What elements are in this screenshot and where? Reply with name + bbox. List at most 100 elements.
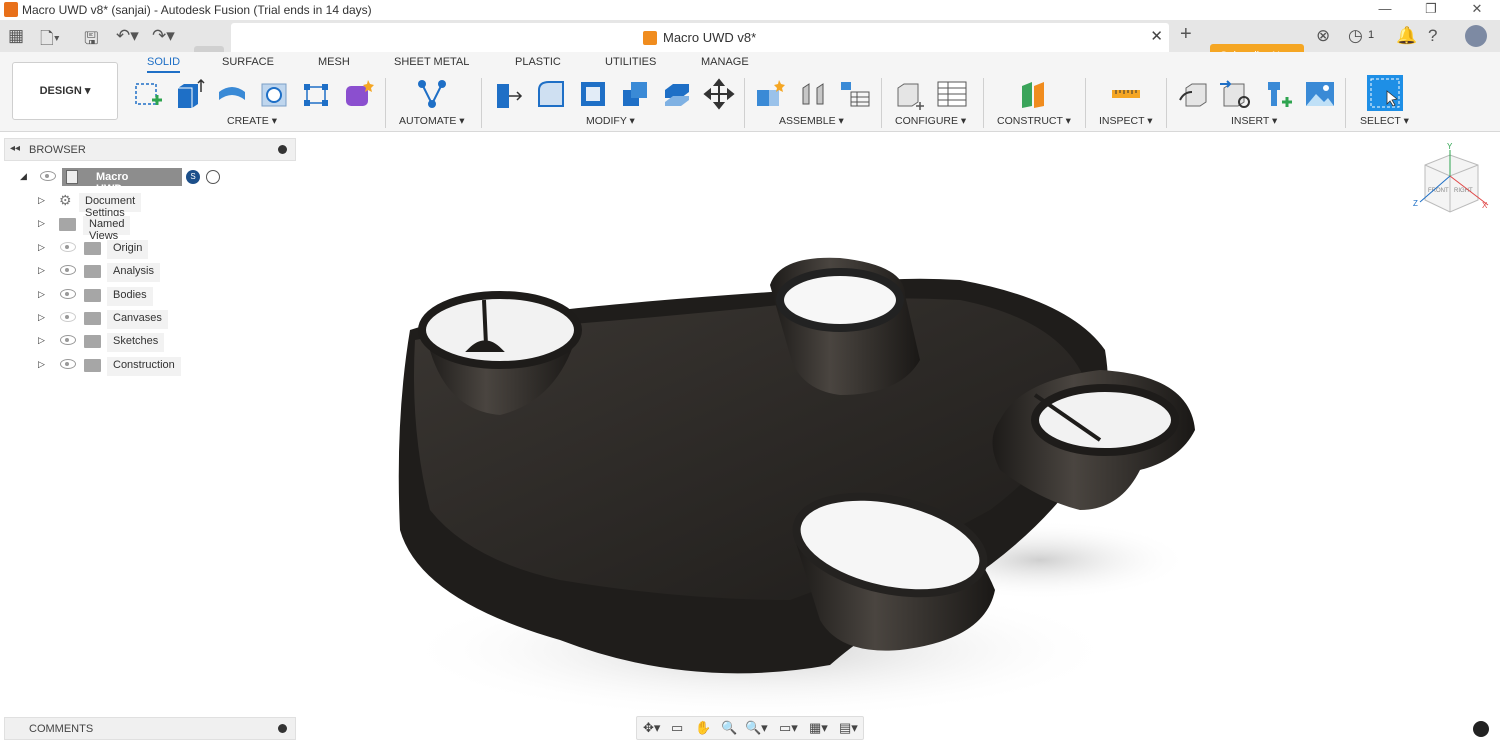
select-group-label[interactable]: SELECT ▾ [1360,115,1409,127]
insert-link-icon[interactable] [1220,78,1252,110]
measure-icon[interactable] [1110,78,1142,110]
expand-arrow-icon[interactable]: ▷ [38,289,45,300]
close-tab-icon[interactable]: ✕ [1150,27,1163,45]
pan-icon[interactable]: ✋ [695,720,711,736]
tab-sheet-metal[interactable]: SHEET METAL [394,56,469,68]
zoom-window-icon[interactable]: 🔍▾ [745,720,768,736]
browser-item-label: Origin [107,240,149,259]
orbit-icon[interactable]: ✥▾ [643,720,660,736]
viewports-icon[interactable]: ▤▾ [839,720,858,736]
view-cube[interactable]: FRONT RIGHT Y X Z [1413,142,1489,213]
expand-arrow-icon[interactable]: ▷ [38,195,45,206]
save-icon[interactable]: 🖫 [84,26,98,55]
hidden-eye-icon[interactable] [60,242,76,252]
visibility-eye-icon[interactable] [40,171,56,181]
visibility-eye-icon[interactable] [60,359,76,369]
sketch-badge-icon[interactable]: S [186,170,200,184]
redo-icon[interactable]: ↷▾ [152,26,175,46]
folder-icon [84,265,101,278]
hole-icon[interactable] [258,78,290,110]
automate-group-label[interactable]: AUTOMATE ▾ [399,115,465,127]
bill-of-materials-icon[interactable] [839,78,871,110]
insert-derive-icon[interactable] [1178,78,1210,110]
browser-item-label: Construction [107,357,181,376]
expand-arrow-icon[interactable]: ▷ [38,359,45,370]
configure-group-label[interactable]: CONFIGURE ▾ [895,115,966,127]
look-at-icon[interactable]: ▭ [671,720,683,736]
modify-group-label[interactable]: MODIFY ▾ [586,115,635,127]
activate-radio-icon[interactable] [206,170,220,184]
collapse-arrow-icon[interactable]: ◢ [20,171,27,182]
panel-pin-icon[interactable] [278,145,287,154]
undo-icon[interactable]: ↶▾ [116,26,139,46]
insert-group-label[interactable]: INSERT ▾ [1231,115,1277,127]
display-settings-icon[interactable]: ▭▾ [779,720,798,736]
help-icon[interactable]: ? [1428,26,1437,46]
select-icon[interactable] [1367,75,1403,111]
document-tab[interactable]: Macro UWD v8* ✕ [231,23,1169,52]
pattern-icon[interactable] [300,78,332,110]
offset-face-icon[interactable] [661,78,693,110]
notifications-icon[interactable]: 🔔 [1396,26,1417,46]
extensions-icon[interactable]: ⊗ [1316,26,1330,46]
expand-arrow-icon[interactable]: ▷ [38,265,45,276]
visibility-eye-icon[interactable] [60,335,76,345]
collapse-panel-icon[interactable]: ◂◂ [10,143,20,154]
move-icon[interactable] [703,78,735,110]
browser-item-label: Document Settings [79,193,142,219]
model-render[interactable]: FRONT RIGHT Y X Z [300,133,1500,743]
apps-grid-icon[interactable]: ▦ [8,26,24,46]
tab-surface[interactable]: SURFACE [222,56,274,68]
tab-solid[interactable]: SOLID [147,56,181,73]
combine-icon[interactable] [619,78,651,110]
expand-arrow-icon[interactable]: ▷ [38,335,45,346]
insert-canvas-icon[interactable] [1304,78,1336,110]
ribbon-separator [385,78,386,128]
press-pull-icon[interactable] [493,78,525,110]
new-component-icon[interactable] [755,78,787,110]
3d-viewport[interactable]: FRONT RIGHT Y X Z [300,133,1500,743]
new-tab-icon[interactable]: + [1180,23,1192,46]
fillet-icon[interactable] [535,78,567,110]
expand-arrow-icon[interactable]: ▷ [38,218,45,229]
insert-mcmaster-icon[interactable] [1262,78,1294,110]
tab-utilities[interactable]: UTILITIES [605,56,656,68]
browser-panel-header[interactable]: ◂◂ BROWSER [4,138,296,161]
tab-manage[interactable]: MANAGE [701,56,749,68]
workspace-switcher[interactable]: DESIGN ▾ [12,62,118,120]
configuration-table-icon[interactable] [936,78,968,110]
hidden-eye-icon[interactable] [60,312,76,322]
tab-mesh[interactable]: MESH [318,56,350,68]
shell-icon[interactable] [577,78,609,110]
feedback-icon[interactable] [1473,721,1489,737]
create-form-icon[interactable] [342,78,374,110]
job-status-icon[interactable]: ◷ [1348,26,1363,46]
add-comment-icon[interactable] [278,724,287,733]
inspect-group-label[interactable]: INSPECT ▾ [1099,115,1153,127]
create-sketch-icon[interactable] [132,78,164,110]
construct-group-label[interactable]: CONSTRUCT ▾ [997,115,1071,127]
configure-icon[interactable] [894,78,926,110]
close-window-button[interactable]: ✕ [1454,0,1500,20]
expand-arrow-icon[interactable]: ▷ [38,242,45,253]
minimize-button[interactable]: — [1362,0,1408,20]
user-avatar[interactable] [1465,25,1487,47]
viewcube-front-label: FRONT [1428,188,1449,194]
title-bar: Macro UWD v8* (sanjai) - Autodesk Fusion… [0,0,1500,20]
comments-panel-header[interactable]: COMMENTS [4,717,296,740]
joint-icon[interactable] [797,78,829,110]
grid-settings-icon[interactable]: ▦▾ [809,720,828,736]
revolve-icon[interactable] [216,78,248,110]
extrude-icon[interactable] [174,78,206,110]
automate-icon[interactable] [416,78,448,110]
expand-arrow-icon[interactable]: ▷ [38,312,45,323]
file-menu-icon[interactable]: 🗋▾ [40,26,60,55]
visibility-eye-icon[interactable] [60,265,76,275]
offset-plane-icon[interactable] [1018,78,1050,110]
create-group-label[interactable]: CREATE ▾ [227,115,277,127]
visibility-eye-icon[interactable] [60,289,76,299]
maximize-button[interactable]: ❐ [1408,0,1454,20]
assemble-group-label[interactable]: ASSEMBLE ▾ [779,115,844,127]
tab-plastic[interactable]: PLASTIC [515,56,561,68]
zoom-icon[interactable]: 🔍 [721,720,737,736]
